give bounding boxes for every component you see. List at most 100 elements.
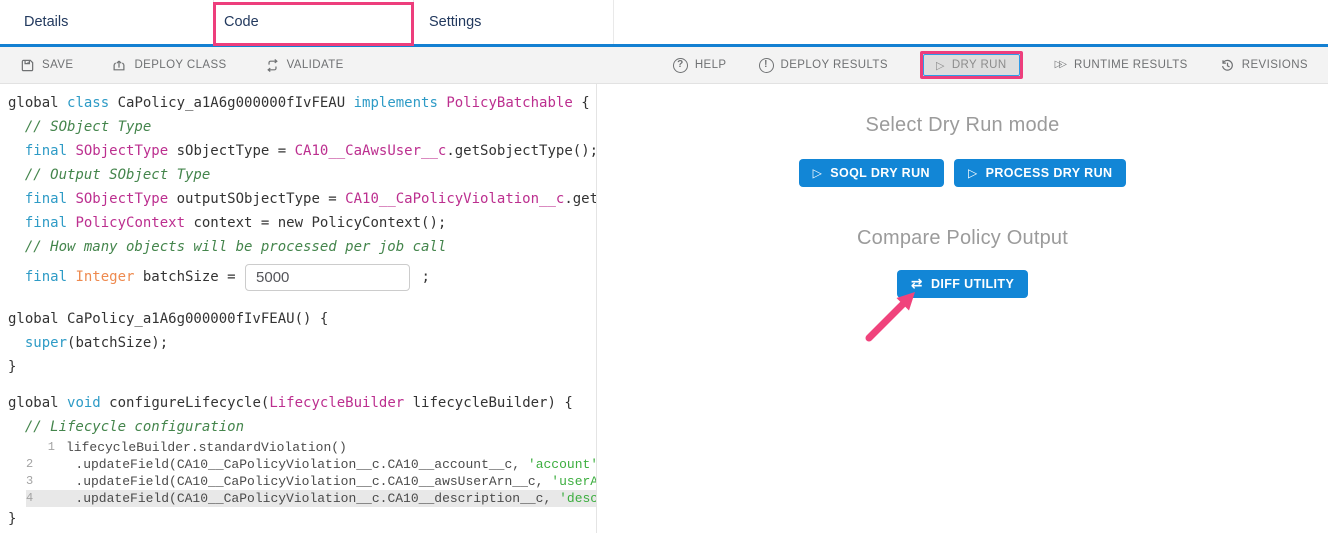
code-token: // Lifecycle configuration xyxy=(8,419,244,435)
line-number: 3 xyxy=(26,473,44,490)
code-token: } xyxy=(8,359,16,375)
soql-dry-run-button[interactable]: ▷ SOQL DRY RUN xyxy=(799,159,944,187)
code-token: .updateField(CA10__CaPolicyViolation__c.… xyxy=(44,457,528,472)
code-line: } xyxy=(8,355,596,379)
code-token: // SObject Type xyxy=(8,119,151,135)
soql-dry-run-label: SOQL DRY RUN xyxy=(830,166,930,180)
code-token: context = new PolicyContext(); xyxy=(193,215,446,231)
help-label: HELP xyxy=(695,59,727,71)
validate-icon xyxy=(265,58,280,73)
code-token: 'description' xyxy=(559,491,597,506)
code-token: final xyxy=(25,191,76,207)
code-line: final SObjectType outputSObjectType = CA… xyxy=(8,187,596,211)
code-line: // How many objects will be processed pe… xyxy=(8,235,596,259)
alert-icon: ! xyxy=(759,58,774,73)
help-button[interactable]: ? HELP xyxy=(673,58,727,73)
code-token: sObjectType = xyxy=(177,143,295,159)
editor-row[interactable]: 1lifecycleBuilder.standardViolation() xyxy=(26,439,596,456)
dry-run-button[interactable]: ▷ DRY RUN xyxy=(923,54,1020,76)
batch-size-input[interactable] xyxy=(245,264,410,291)
code-token: CA10__CaAwsUser__c xyxy=(295,143,447,159)
code-blank-line xyxy=(8,379,596,391)
main-content: global class CaPolicy_a1A6g000000fIvFEAU… xyxy=(0,84,1328,533)
code-token: PolicyBatchable xyxy=(446,95,581,111)
code-token: class xyxy=(67,95,118,111)
toolbar-left-group: SAVE DEPLOY CLASS xyxy=(20,58,382,73)
code-line-batch-size: final Integer batchSize = ; xyxy=(8,259,596,295)
code-token: outputSObjectType = xyxy=(177,191,346,207)
diff-utility-row: ⇄ DIFF UTILITY xyxy=(597,270,1328,298)
line-number: 1 xyxy=(26,439,66,456)
code-token: } xyxy=(8,511,16,527)
dry-run-label: DRY RUN xyxy=(952,59,1007,71)
code-token: batchSize = xyxy=(143,265,244,289)
code-line: global CaPolicy_a1A6g000000fIvFEAU() { xyxy=(8,307,596,331)
code-token: 'userArn' xyxy=(551,474,597,489)
save-label: SAVE xyxy=(42,59,73,71)
code-token: CA10__CaPolicyViolation__c xyxy=(345,191,564,207)
code-line: global class CaPolicy_a1A6g000000fIvFEAU… xyxy=(8,91,596,115)
code-token: lifecycleBuilder) { xyxy=(413,395,573,411)
lifecycle-embedded-editor[interactable]: 1lifecycleBuilder.standardViolation()2 .… xyxy=(26,439,596,507)
deploy-class-button[interactable]: DEPLOY CLASS xyxy=(111,58,226,73)
code-line: final SObjectType sObjectType = CA10__Ca… xyxy=(8,139,596,163)
code-token xyxy=(8,215,25,231)
tab-bar: Details Code Settings xyxy=(0,0,1328,44)
history-icon xyxy=(1220,58,1235,73)
code-token: global CaPolicy_a1A6g000000fIvFEAU() { xyxy=(8,311,328,327)
editor-row[interactable]: 2 .updateField(CA10__CaPolicyViolation__… xyxy=(26,456,596,473)
code-line: // Output SObject Type xyxy=(8,163,596,187)
compare-policy-title: Compare Policy Output xyxy=(597,227,1328,250)
deploy-results-button[interactable]: ! DEPLOY RESULTS xyxy=(759,58,888,73)
line-number: 4 xyxy=(26,490,44,507)
process-dry-run-button[interactable]: ▷ PROCESS DRY RUN xyxy=(954,159,1127,187)
code-line: final PolicyContext context = new Policy… xyxy=(8,211,596,235)
code-token: void xyxy=(67,395,109,411)
editor-code-text: .updateField(CA10__CaPolicyViolation__c.… xyxy=(44,473,597,490)
code-token: final xyxy=(25,143,76,159)
play-icon: ▷ xyxy=(813,167,823,179)
code-line: } xyxy=(8,507,596,531)
code-token: super xyxy=(25,335,67,351)
swap-arrows-icon: ⇄ xyxy=(911,277,923,291)
code-token: Integer xyxy=(75,265,142,289)
code-token: implements xyxy=(354,95,447,111)
save-button[interactable]: SAVE xyxy=(20,58,73,73)
runtime-results-button[interactable]: ▷▷ RUNTIME RESULTS xyxy=(1055,59,1188,71)
diff-utility-button[interactable]: ⇄ DIFF UTILITY xyxy=(897,270,1028,298)
code-token: .getSo xyxy=(564,191,597,207)
code-line: global void configureLifecycle(Lifecycle… xyxy=(8,391,596,415)
code-blank-line xyxy=(8,295,596,307)
code-token: global xyxy=(8,395,67,411)
tab-code[interactable]: Code xyxy=(214,0,414,44)
editor-row[interactable]: 4 .updateField(CA10__CaPolicyViolation__… xyxy=(26,490,596,507)
code-line: // SObject Type xyxy=(8,115,596,139)
tab-settings[interactable]: Settings xyxy=(414,0,614,44)
validate-button[interactable]: VALIDATE xyxy=(265,58,344,73)
play-icon: ▷ xyxy=(936,60,945,71)
code-token xyxy=(8,191,25,207)
code-token: global xyxy=(8,95,67,111)
revisions-label: REVISIONS xyxy=(1242,59,1308,71)
code-token: SObjectType xyxy=(75,191,176,207)
code-line: super(batchSize); xyxy=(8,331,596,355)
code-token: PolicyContext xyxy=(75,215,193,231)
code-token xyxy=(8,335,25,351)
tab-details[interactable]: Details xyxy=(0,0,214,44)
code-token: 'account' xyxy=(528,457,597,472)
help-icon: ? xyxy=(673,58,688,73)
code-token xyxy=(8,143,25,159)
dry-run-annotation-box: ▷ DRY RUN xyxy=(920,51,1023,79)
code-token: ; xyxy=(413,265,430,289)
code-token: (batchSize); xyxy=(67,335,168,351)
code-token: // How many objects will be processed pe… xyxy=(8,239,446,255)
code-token: final xyxy=(25,265,76,289)
code-editor[interactable]: global class CaPolicy_a1A6g000000fIvFEAU… xyxy=(0,84,597,533)
code-token: configureLifecycle( xyxy=(109,395,269,411)
diff-utility-label: DIFF UTILITY xyxy=(931,277,1014,291)
play-icon: ▷ xyxy=(968,167,978,179)
code-line: // Lifecycle configuration xyxy=(8,415,596,439)
validate-label: VALIDATE xyxy=(287,59,344,71)
editor-row[interactable]: 3 .updateField(CA10__CaPolicyViolation__… xyxy=(26,473,596,490)
revisions-button[interactable]: REVISIONS xyxy=(1220,58,1308,73)
